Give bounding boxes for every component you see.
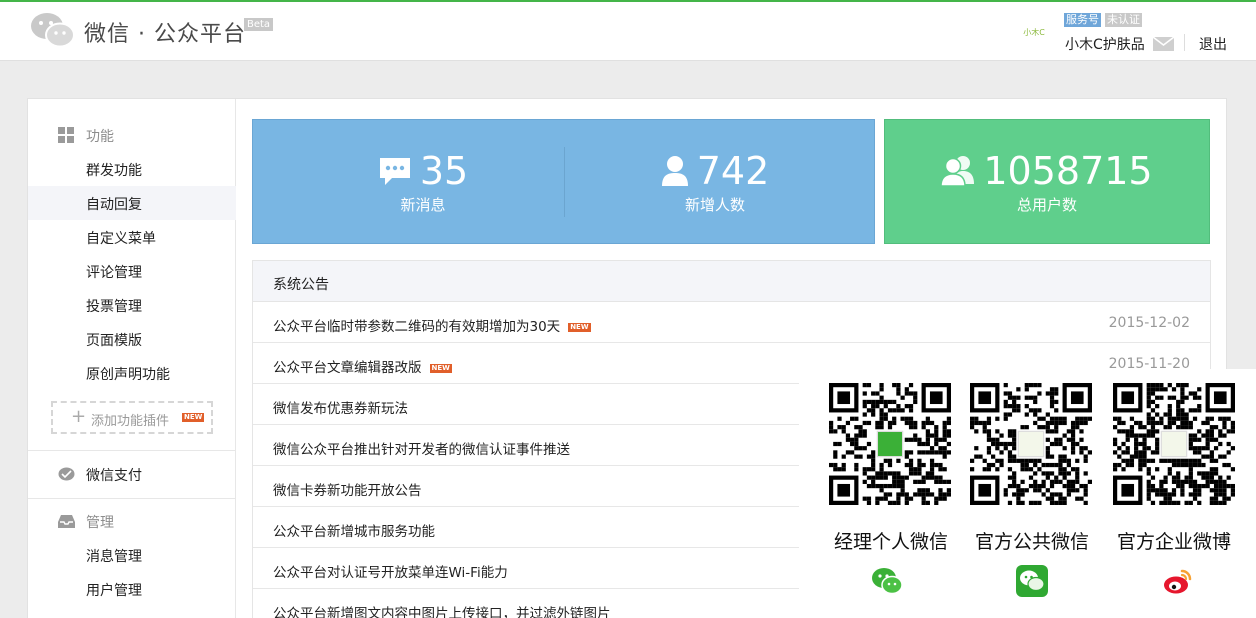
mail-icon[interactable] <box>1153 37 1174 51</box>
new-tag: NEW <box>182 413 205 422</box>
user-icon <box>661 156 688 186</box>
sidebar-group-label: 功能 <box>86 129 114 145</box>
add-plugin-button[interactable]: + 添加功能插件 NEW <box>51 401 213 434</box>
stat-total-users[interactable]: 1058715 总用户数 <box>905 150 1189 215</box>
stat-new-messages[interactable]: 35 新消息 <box>313 150 533 215</box>
header-divider <box>1184 34 1185 51</box>
wechat-pay-icon <box>58 467 75 481</box>
inbox-icon <box>58 515 75 528</box>
stat-value: 742 <box>696 149 770 193</box>
sidebar-item-custom-menu[interactable]: 自定义菜单 <box>28 220 236 254</box>
notice-row-date: 2015-12-02 <box>1108 315 1190 331</box>
qr-code-public-wechat[interactable] <box>970 383 1092 505</box>
wechat-square-icon[interactable] <box>1016 565 1048 597</box>
account-name[interactable]: 小木C护肤品 <box>1065 34 1145 54</box>
sidebar-item-user-management[interactable]: 用户管理 <box>28 572 236 606</box>
plus-icon: + <box>71 406 87 427</box>
qr-label: 经理个人微信 <box>833 531 948 553</box>
sidebar-item-label: 群发功能 <box>86 163 142 179</box>
stat-label: 新增人数 <box>684 196 745 214</box>
notice-row-title: 公众平台新增城市服务功能 <box>273 524 435 540</box>
logout-link[interactable]: 退出 <box>1199 34 1227 54</box>
notice-header: 系统公告 <box>253 261 1210 302</box>
sidebar-item-auto-reply[interactable]: 自动回复 <box>28 186 236 220</box>
sidebar-item-votes[interactable]: 投票管理 <box>28 288 236 322</box>
notice-row-title: 公众平台新增图文内容中图片上传接口，并过滤外链图片 <box>273 606 611 618</box>
wechat-icon[interactable] <box>871 565 903 597</box>
sidebar-item-label: 评论管理 <box>86 265 142 281</box>
notice-row-title: 微信卡券新功能开放公告 <box>273 483 422 499</box>
sidebar-item-label: 投票管理 <box>86 299 142 315</box>
qr-label: 官方公共微信 <box>974 531 1089 553</box>
notice-row[interactable]: 公众平台临时带参数二维码的有效期增加为30天 NEW 2015-12-02 <box>253 302 1210 343</box>
new-tag: NEW <box>429 363 452 373</box>
sidebar-item-page-templates[interactable]: 页面模版 <box>28 322 236 356</box>
notice-title: 系统公告 <box>273 277 329 293</box>
notice-row-title: 微信发布优惠券新玩法 <box>273 401 408 417</box>
message-icon <box>379 158 410 185</box>
beta-badge: Beta <box>244 18 274 31</box>
sidebar-item-mass-send[interactable]: 群发功能 <box>28 152 236 186</box>
sidebar-group-label: 微信支付 <box>86 468 142 484</box>
sidebar-item-message-management[interactable]: 消息管理 <box>28 538 236 572</box>
header: 微信 · 公众平台 Beta 小木C 服务号 未认证 小木C护肤品 退出 <box>0 2 1256 61</box>
sidebar-item-comments[interactable]: 评论管理 <box>28 254 236 288</box>
stat-label: 新消息 <box>400 196 446 214</box>
sidebar-group-pay[interactable]: 微信支付 <box>28 457 236 491</box>
grid-icon <box>58 127 74 143</box>
qr-label: 官方企业微博 <box>1116 531 1231 553</box>
notice-row-title: 公众平台对认证号开放菜单连Wi-Fi能力 <box>273 565 508 581</box>
new-tag: NEW <box>568 322 591 332</box>
stat-value: 1058715 <box>983 149 1153 193</box>
sidebar-divider <box>28 498 236 499</box>
sidebar-divider <box>28 450 236 451</box>
qr-code-overlay: 经理个人微信 官方公共微信 官方企业微博 <box>799 369 1256 618</box>
sidebar-item-label: 用户管理 <box>86 583 142 599</box>
users-icon <box>941 156 975 187</box>
account-avatar[interactable]: 小木C <box>1016 14 1052 50</box>
sidebar-item-label: 原创声明功能 <box>86 367 170 383</box>
sidebar-item-label: 消息管理 <box>86 549 142 565</box>
qr-code-personal-wechat[interactable] <box>829 383 951 505</box>
stat-new-users[interactable]: 742 新增人数 <box>605 150 825 215</box>
sidebar-item-label: 自动回复 <box>86 197 142 213</box>
avatar-text: 小木C <box>1023 27 1045 37</box>
sidebar-item-original-statement[interactable]: 原创声明功能 <box>28 356 236 390</box>
stat-label: 总用户数 <box>1016 196 1077 214</box>
stats-panel-green: 1058715 总用户数 <box>884 119 1210 244</box>
sidebar-group-function: 功能 <box>28 118 236 152</box>
unverified-badge: 未认证 <box>1105 13 1142 27</box>
service-account-badge: 服务号 <box>1064 13 1101 27</box>
sidebar-item-label: 页面模版 <box>86 333 142 349</box>
logo-text: 微信 · 公众平台 <box>84 22 246 47</box>
sidebar-group-label: 管理 <box>86 515 114 531</box>
sidebar-group-manage: 管理 <box>28 504 236 538</box>
notice-row-title: 公众平台文章编辑器改版 <box>273 360 422 376</box>
wechat-logo-icon <box>31 13 75 48</box>
stat-divider <box>564 147 565 217</box>
qr-code-weibo[interactable] <box>1113 383 1235 505</box>
weibo-icon[interactable] <box>1162 565 1194 597</box>
sidebar: 功能 群发功能 自动回复 自定义菜单 评论管理 投票管理 页面模版 原创声明功能… <box>28 99 236 618</box>
add-plugin-label: 添加功能插件 <box>91 414 170 429</box>
notice-row-title: 微信公众平台推出针对开发者的微信认证事件推送 <box>273 442 570 458</box>
stats-panel-blue: 35 新消息 742 新增人数 <box>252 119 875 244</box>
notice-row-title: 公众平台临时带参数二维码的有效期增加为30天 <box>273 319 561 335</box>
stat-value: 35 <box>419 149 469 193</box>
sidebar-item-label: 自定义菜单 <box>86 231 156 247</box>
